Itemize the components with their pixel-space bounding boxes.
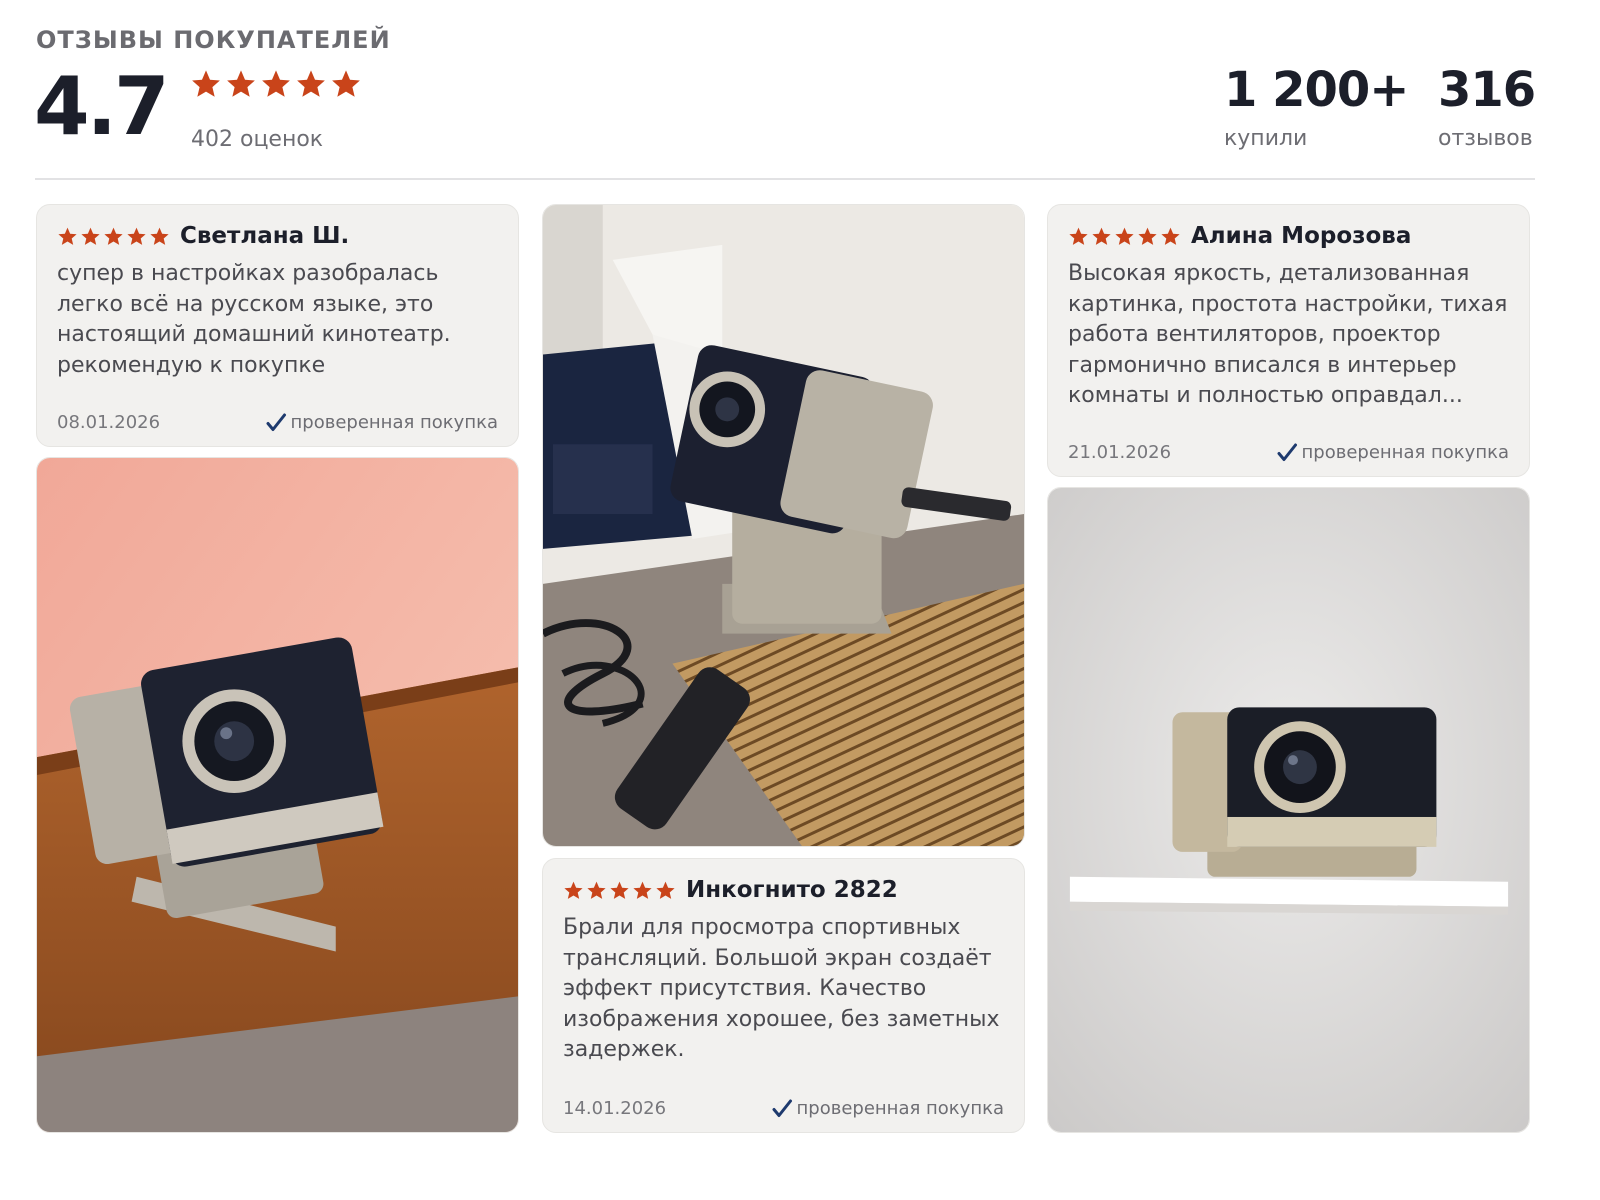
star-icon <box>633 881 652 899</box>
checkmark-icon <box>772 1099 792 1117</box>
star-icon <box>1138 227 1157 245</box>
review-date: 21.01.2026 <box>1068 442 1172 463</box>
star-icon <box>656 881 675 899</box>
average-rating: 4.7 <box>34 60 170 153</box>
checkmark-icon <box>1277 443 1297 461</box>
header-divider <box>35 178 1535 180</box>
review-author: Светлана Ш. <box>180 223 350 249</box>
verified-purchase: проверенная покупка <box>771 1098 1004 1119</box>
star-icon <box>564 881 583 899</box>
projector-unboxing-image <box>543 205 1024 846</box>
star-icon <box>81 227 100 245</box>
bought-number: 1 200+ <box>1224 62 1410 118</box>
reviews-stat[interactable]: 316 отзывов <box>1438 62 1536 151</box>
star-icon <box>262 70 290 97</box>
bought-stat: 1 200+ купили <box>1224 62 1410 151</box>
star-icon <box>1092 227 1111 245</box>
review-stars <box>563 880 676 901</box>
verified-label: проверенная покупка <box>290 412 498 433</box>
review-card[interactable]: Инкогнито 2822 Брали для просмотра спорт… <box>542 858 1025 1133</box>
review-date: 08.01.2026 <box>57 412 161 433</box>
verified-purchase: проверенная покупка <box>265 412 498 433</box>
star-icon <box>227 70 255 97</box>
projector-photo-image <box>37 458 518 1132</box>
review-card[interactable]: Алина Морозова Высокая яркость, детализо… <box>1047 204 1530 477</box>
projector-shelf-image <box>1048 488 1529 1132</box>
star-icon <box>150 227 169 245</box>
checkmark-icon <box>266 413 286 431</box>
review-text: Брали для просмотра спортивных трансляци… <box>563 915 1000 1062</box>
star-icon <box>1115 227 1134 245</box>
star-icon <box>104 227 123 245</box>
ratings-count: 402 оценок <box>191 127 324 152</box>
star-icon <box>610 881 629 899</box>
star-icon <box>192 70 220 97</box>
reviews-number: 316 <box>1438 62 1536 118</box>
star-icon <box>332 70 360 97</box>
star-icon <box>1161 227 1180 245</box>
verified-label: проверенная покупка <box>1301 442 1509 463</box>
review-text: супер в настройках разобралась легко всё… <box>57 261 451 378</box>
review-photo[interactable] <box>1047 487 1530 1133</box>
section-title: ОТЗЫВЫ ПОКУПАТЕЛЕЙ <box>36 26 391 54</box>
review-card[interactable]: Светлана Ш. супер в настройках разобрала… <box>36 204 519 447</box>
review-photo[interactable] <box>36 457 519 1133</box>
verified-label: проверенная покупка <box>796 1098 1004 1119</box>
bought-label: купили <box>1224 126 1308 151</box>
star-icon <box>1069 227 1088 245</box>
rating-stars <box>190 68 362 100</box>
review-author: Инкогнито 2822 <box>686 877 898 903</box>
reviews-label: отзывов <box>1438 126 1533 151</box>
review-date: 14.01.2026 <box>563 1098 667 1119</box>
star-icon <box>587 881 606 899</box>
review-author: Алина Морозова <box>1191 223 1412 249</box>
star-icon <box>58 227 77 245</box>
review-text: Высокая яркость, детализованная картинка… <box>1068 261 1508 408</box>
review-stars <box>1068 226 1181 247</box>
verified-purchase: проверенная покупка <box>1276 442 1509 463</box>
star-icon <box>297 70 325 97</box>
star-icon <box>127 227 146 245</box>
review-stars <box>57 226 170 247</box>
review-photo[interactable] <box>542 204 1025 847</box>
